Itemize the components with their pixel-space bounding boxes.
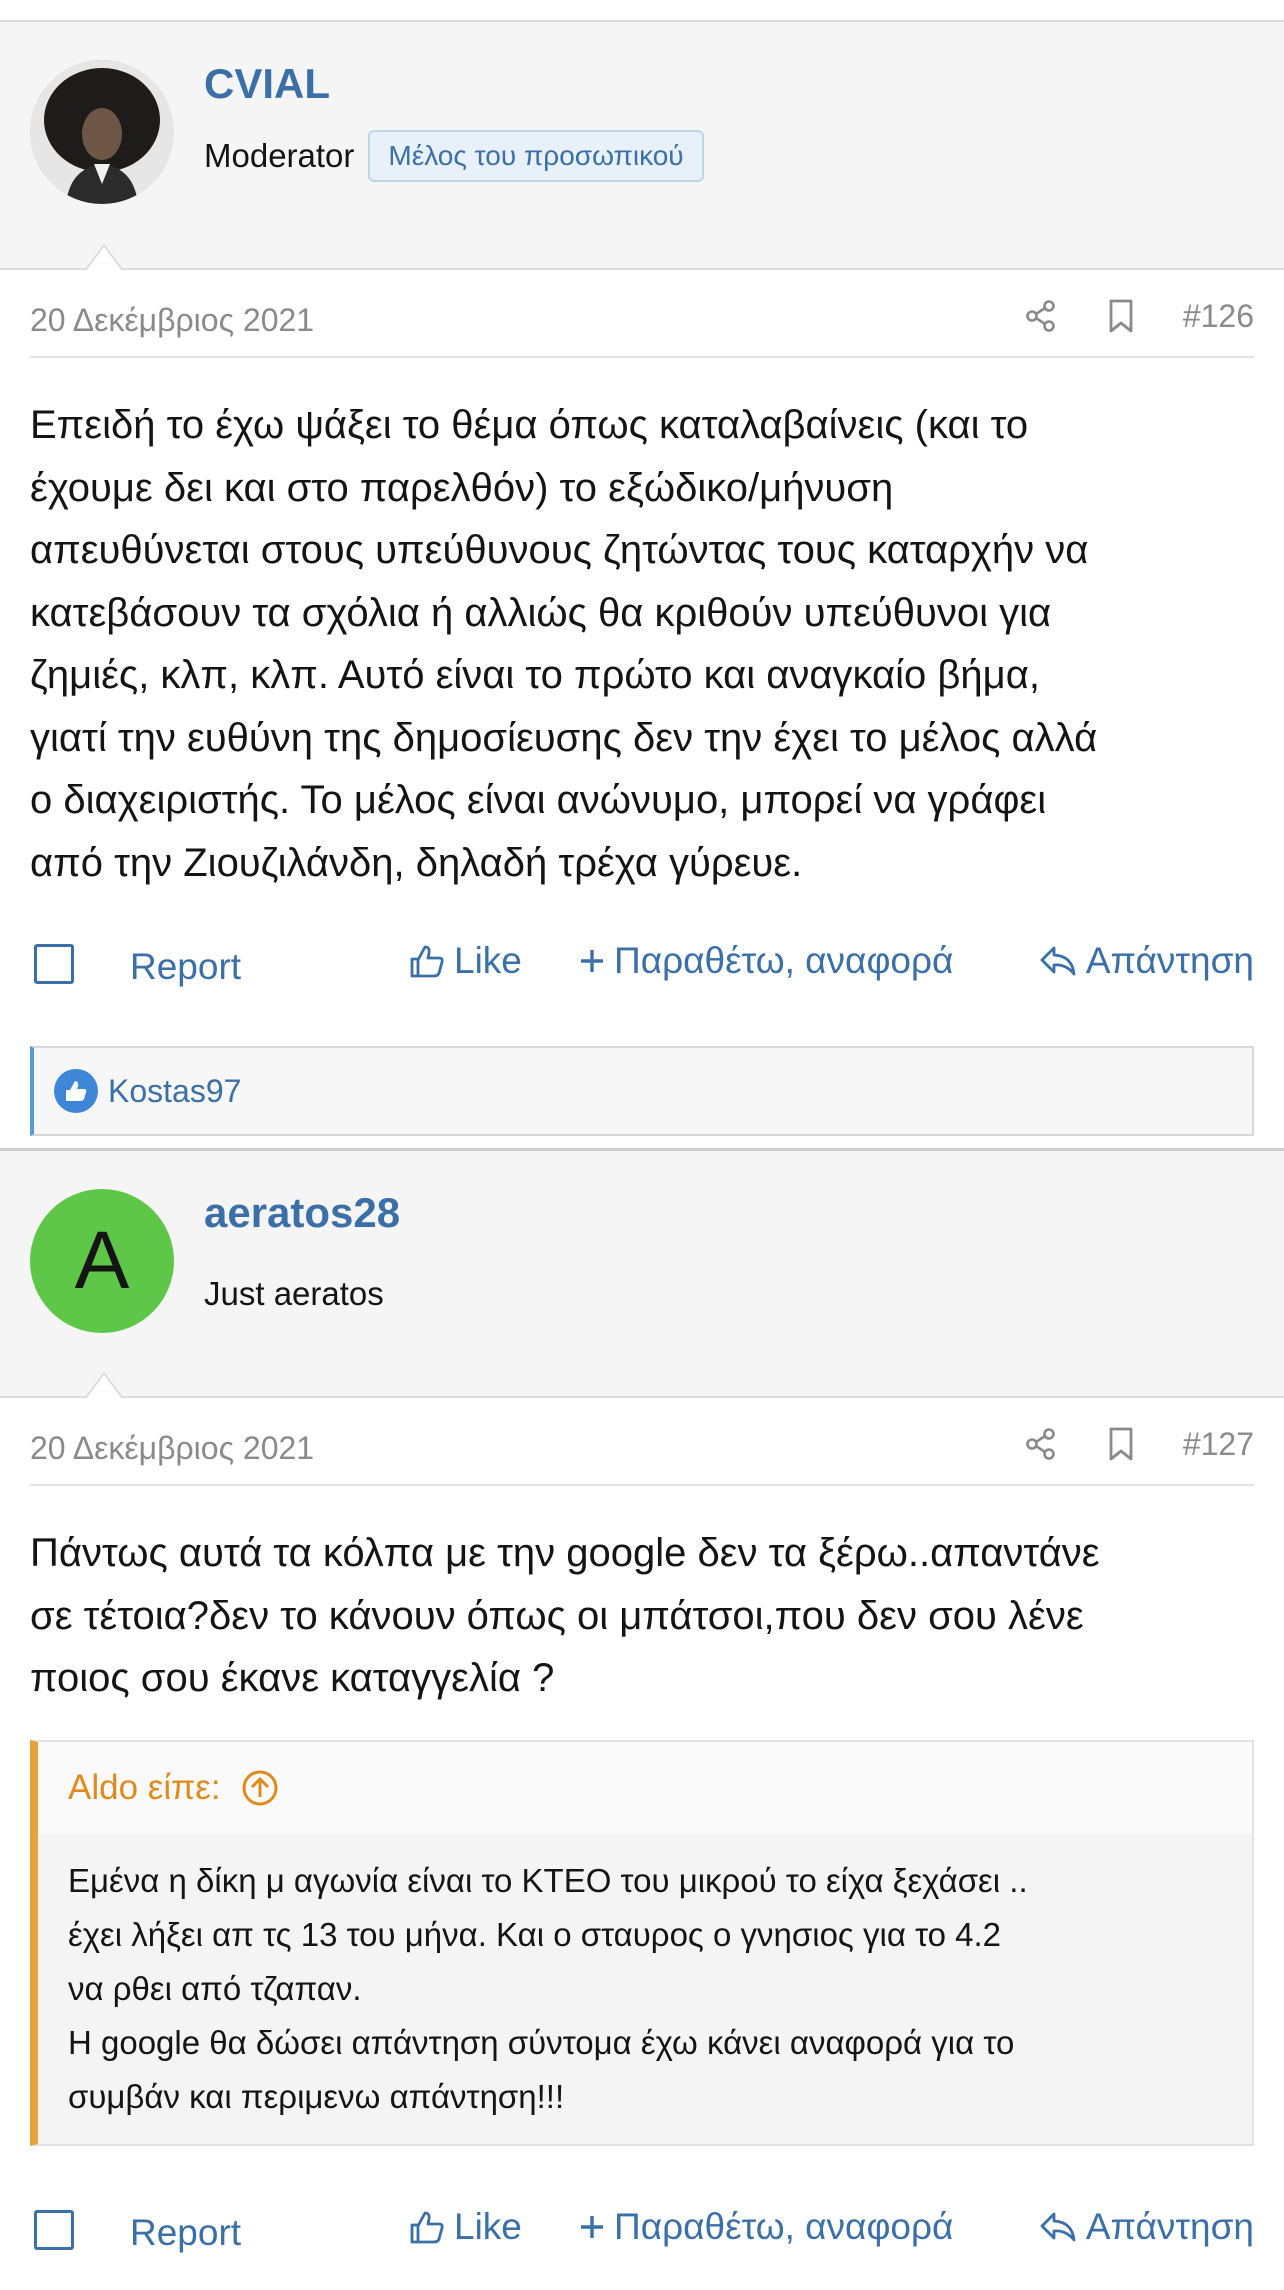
staff-badge: Μέλος του προσωπικού	[368, 130, 704, 182]
quote-body: Εμένα η δίκη μ αγωνία είναι το ΚΤΕΟ του …	[38, 1834, 1252, 2144]
reply-icon	[1040, 2212, 1076, 2241]
quote-author[interactable]: Aldo είπε:	[68, 1768, 221, 1808]
post-126: CVIAL Moderator Μέλος του προσωπικού 20 …	[0, 0, 1284, 1136]
reacted-by[interactable]: Kostas97	[108, 1073, 241, 1110]
post-body-line: ζημιές, κλπ, κλπ. Αυτό είναι το πρώτο κα…	[30, 653, 1040, 697]
like-button[interactable]: Like	[408, 940, 522, 982]
reply-button[interactable]: Απάντηση	[1038, 2206, 1254, 2248]
user-title-text: Moderator	[204, 137, 355, 174]
post-meta: 20 Δεκέμβριος 2021 #126	[30, 270, 1254, 358]
post-date[interactable]: 20 Δεκέμβριος 2021	[30, 1430, 314, 1467]
post-actions: Report Like Παραθέτω, αναφορά Απάντηση	[30, 2192, 1254, 2272]
quote-line: Εμένα η δίκη μ αγωνία είναι το ΚΤΕΟ του …	[68, 1861, 1028, 1899]
header-pointer	[84, 244, 124, 271]
post-number[interactable]: #126	[1183, 298, 1254, 335]
quote-header[interactable]: Aldo είπε:	[38, 1741, 1252, 1834]
bookmark-icon[interactable]	[1103, 1424, 1139, 1464]
post-body-line: κατεβάσουν τα σχόλια ή αλλιώς θα κριθούν…	[30, 590, 1052, 635]
user-header: A aeratos28 Just aeratos	[0, 1148, 1284, 1399]
reply-button[interactable]: Απάντηση	[1038, 940, 1254, 982]
thumbs-up-icon	[410, 945, 444, 978]
post-date[interactable]: 20 Δεκέμβριος 2021	[30, 302, 314, 339]
post-body-line: Πάντως αυτά τα κόλπα με την google δεν τ…	[30, 1531, 1100, 1575]
reply-label: Απάντηση	[1085, 940, 1254, 981]
avatar-photo-icon	[30, 60, 174, 204]
quote-line: Η google θα δώσει απάντηση σύντομα έχω κ…	[68, 2023, 1015, 2061]
quote-label: Παραθέτω, αναφορά	[614, 2205, 954, 2247]
user-title: Just aeratos	[204, 1275, 384, 1312]
plus-icon	[581, 950, 603, 972]
reactions-bar: Kostas97	[30, 1046, 1254, 1136]
bookmark-icon[interactable]	[1103, 296, 1139, 336]
like-label: Like	[454, 940, 522, 981]
user-header: CVIAL Moderator Μέλος του προσωπικού	[0, 20, 1284, 271]
like-reaction-icon	[54, 1069, 98, 1113]
post-meta-tools: #126	[1023, 296, 1254, 336]
report-link[interactable]: Report	[130, 946, 241, 988]
post-body: Επειδή το έχω ψάξει το θέμα όπως καταλαβ…	[0, 358, 1284, 894]
quote-line: να ρθει από τζαπαν.	[68, 1969, 362, 2007]
report-link[interactable]: Report	[130, 2212, 241, 2254]
select-checkbox[interactable]	[34, 2209, 74, 2250]
post-meta: 20 Δεκέμβριος 2021 #127	[30, 1398, 1254, 1486]
quote-line: συμβάν και περιμενω απάντηση!!!	[68, 2077, 565, 2115]
thumbs-up-icon	[410, 2211, 444, 2243]
post-body-line: ποιος σου έκανε καταγγελία ?	[30, 1656, 555, 1700]
reply-icon	[1040, 946, 1076, 976]
quote-button[interactable]: Παραθέτω, αναφορά	[578, 940, 953, 982]
plus-icon	[581, 2215, 603, 2238]
post-body-line: γιατί την ευθύνη της δημοσίευσης δεν την…	[30, 715, 1098, 760]
quote-label: Παραθέτω, αναφορά	[614, 940, 954, 981]
post-body-line: ο διαχειριστής. Το μέλος είναι ανώνυμο, …	[30, 778, 1047, 822]
quoted-post: Aldo είπε: Εμένα η δίκη μ αγωνία είναι τ…	[30, 1739, 1254, 2146]
post-body-line: Επειδή το έχω ψάξει το θέμα όπως καταλαβ…	[30, 403, 1029, 447]
post-meta-tools: #127	[1023, 1424, 1254, 1464]
arrow-up-circle-icon[interactable]	[241, 1769, 279, 1807]
post-body-line: από την Ζιουζιλάνδη, δηλαδή τρέχα γύρευε…	[30, 840, 803, 885]
post-body-line: απευθύνεται στους υπεύθυνους ζητώντας το…	[30, 528, 1089, 572]
like-label: Like	[454, 2205, 522, 2247]
user-title: Moderator Μέλος του προσωπικού	[204, 130, 704, 182]
post-body-line: σε τέτοια?δεν το κάνουν όπως οι μπάτσοι,…	[30, 1593, 1084, 1638]
share-icon[interactable]	[1023, 1424, 1059, 1464]
avatar[interactable]	[30, 60, 174, 204]
post-body-line: έχουμε δει και στο παρελθόν) το εξώδικο/…	[30, 465, 894, 510]
reply-label: Απάντηση	[1085, 2205, 1254, 2247]
username[interactable]: CVIAL	[204, 60, 330, 108]
like-button[interactable]: Like	[408, 2206, 522, 2248]
avatar[interactable]: A	[30, 1189, 174, 1333]
post-actions: Report Like Παραθέτω, αναφορά Απάντηση	[30, 926, 1254, 1006]
username[interactable]: aeratos28	[204, 1189, 400, 1237]
quote-line: έχει λήξει απ τς 13 του μήνα. Και ο σταυ…	[68, 1915, 1002, 1953]
header-pointer	[84, 1372, 124, 1399]
share-icon[interactable]	[1023, 296, 1059, 336]
select-checkbox[interactable]	[34, 944, 74, 984]
quote-button[interactable]: Παραθέτω, αναφορά	[578, 2206, 953, 2248]
post-127: A aeratos28 Just aeratos 20 Δεκέμβριος 2…	[0, 1148, 1284, 2272]
post-number[interactable]: #127	[1183, 1426, 1254, 1463]
post-body: Πάντως αυτά τα κόλπα με την google δεν τ…	[0, 1486, 1284, 1710]
